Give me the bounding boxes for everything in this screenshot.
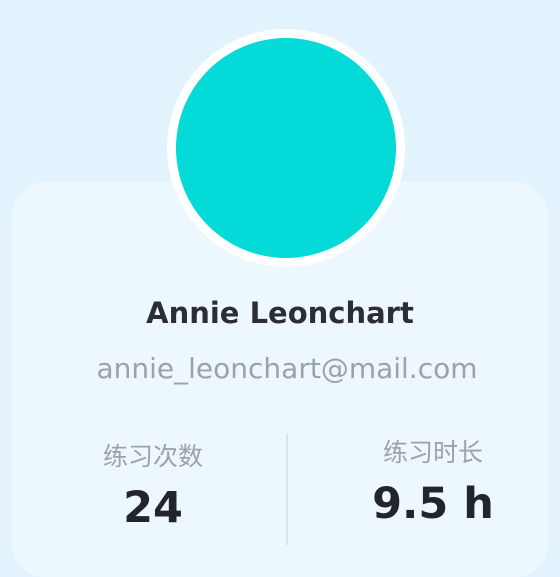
user-email: annie_leonchart@mail.com — [96, 352, 478, 385]
stat-practice-duration-value: 9.5 h — [372, 479, 494, 529]
stat-practice-count-value: 24 — [123, 483, 183, 533]
stat-practice-duration: 练习时长 9.5 h — [318, 438, 548, 528]
stat-practice-duration-label: 练习时长 — [382, 438, 483, 467]
stat-practice-count-label: 练习次数 — [102, 442, 203, 471]
avatar[interactable] — [176, 38, 396, 258]
stat-practice-count: 练习次数 24 — [38, 442, 268, 532]
stats-divider — [286, 434, 288, 545]
user-name: Annie Leonchart — [146, 296, 414, 330]
